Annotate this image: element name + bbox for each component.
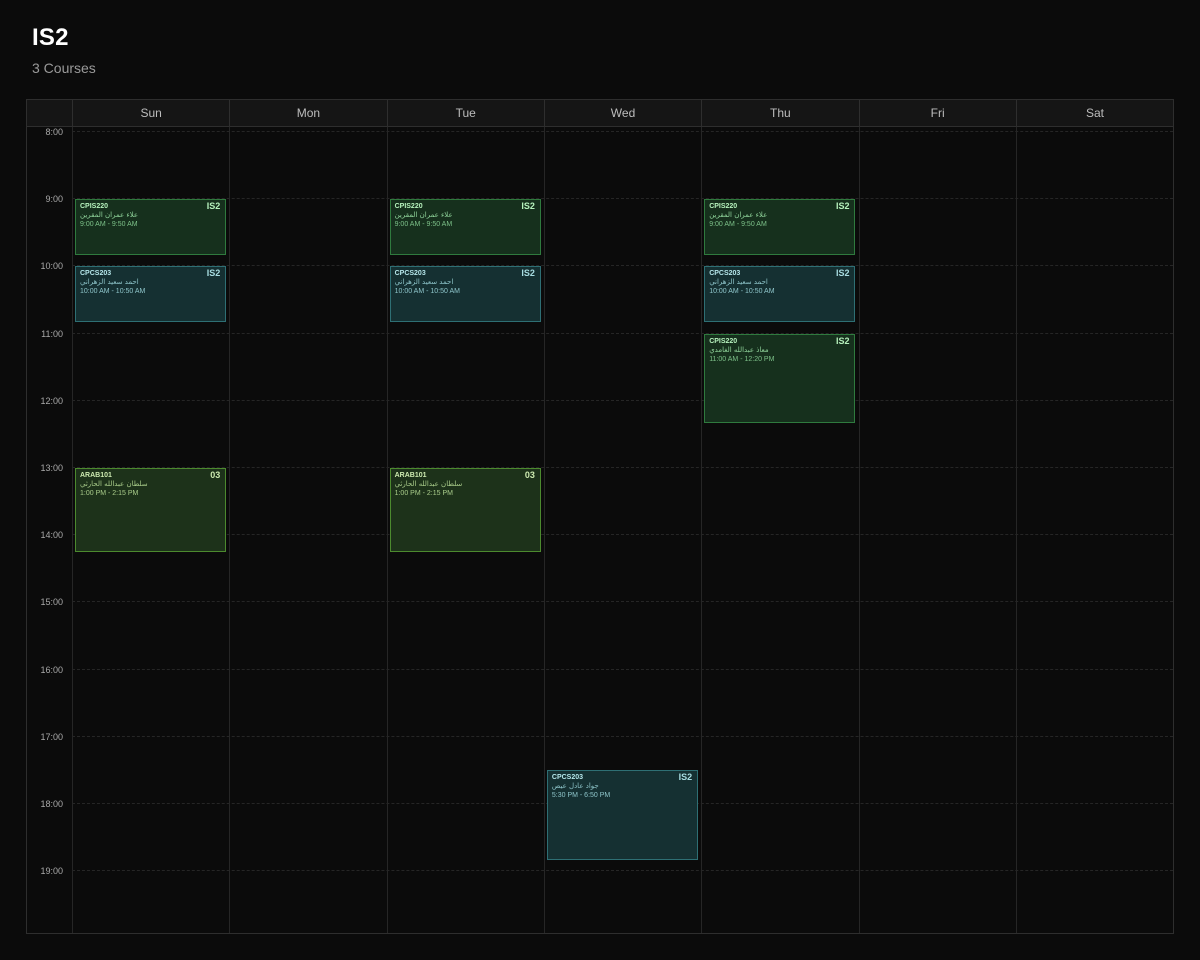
course-code: CPIS220 — [709, 337, 738, 345]
event-time: 9:00 AM - 9:50 AM — [709, 221, 767, 229]
section-badge: 03 — [210, 470, 221, 480]
hour-gridline — [72, 870, 1173, 872]
hour-label: 14:00 — [40, 530, 63, 541]
day-header-wed: Wed — [543, 100, 701, 126]
event-time: 10:00 AM - 10:50 AM — [394, 288, 460, 296]
page-subtitle: 3 Courses — [32, 60, 96, 76]
hour-label: 12:00 — [40, 395, 63, 406]
section-badge: IS2 — [206, 201, 221, 212]
instructor-name: سلطان عبدالله الحارثي — [394, 480, 463, 488]
event-time: 9:00 AM - 9:50 AM — [394, 221, 453, 229]
hour-label: 18:00 — [40, 799, 63, 809]
event-time: 10:00 AM - 10:50 AM — [709, 288, 775, 296]
hour-label: 19:00 — [40, 866, 63, 877]
instructor-name: علاء عمران المقرين — [80, 211, 139, 220]
hour-label: 16:00 — [40, 664, 63, 675]
section-badge: IS2 — [521, 268, 535, 279]
hour-gridline — [72, 131, 1173, 132]
hour-label: 11:00 — [41, 328, 63, 339]
instructor-name: سلطان عبدالله الحارثي — [80, 480, 148, 488]
event-time: 9:00 AM - 9:50 AM — [80, 221, 138, 229]
hour-gridline — [72, 668, 1173, 670]
instructor-name: جواد عادل عيص — [551, 782, 599, 791]
course-event-card[interactable]: CPCS203 IS2 جواد عادل عيص 5:30 PM - 6:50 PM — [546, 770, 699, 860]
event-time: 1:00 PM - 2:15 PM — [394, 490, 453, 497]
hour-gridline — [72, 467, 1173, 468]
event-time: 5:30 PM - 6:50 PM — [551, 792, 611, 800]
section-badge: IS2 — [678, 772, 693, 783]
hour-gridline — [72, 601, 1173, 603]
day-column-sat — [1015, 127, 1173, 933]
instructor-name: احمد سعيد الزهراني — [80, 278, 139, 287]
course-code: CPCS203 — [80, 270, 112, 278]
instructor-name: معاذ عبدالله الغامدي — [709, 345, 769, 354]
section-badge: IS2 — [206, 268, 221, 279]
day-column-fri — [858, 127, 1016, 933]
hour-gridline — [72, 265, 1173, 267]
instructor-name: علاء عمران المقرين — [709, 211, 768, 220]
day-header-sat: Sat — [1015, 100, 1173, 126]
hour-gridline — [72, 399, 1173, 401]
hour-gridline — [72, 332, 1173, 334]
hour-label: 9:00 — [45, 194, 63, 205]
section-badge: 03 — [524, 470, 535, 480]
day-header-fri: Fri — [858, 100, 1016, 126]
hour-label: 15:00 — [40, 597, 63, 608]
course-event-card[interactable]: CPCS203 IS2 احمد سعيد الزهراني 10:00 AM - 1… — [389, 266, 541, 323]
course-event-card[interactable]: CPCS203 IS2 احمد سعيد الزهراني 10:00 AM - 1… — [75, 266, 227, 323]
course-code: CPCS203 — [394, 270, 426, 278]
course-code: CPIS220 — [709, 203, 738, 211]
section-badge: IS2 — [835, 201, 850, 212]
course-event-card[interactable]: CPIS220 IS2 علاء عمران المقرين 9:00 AM - 9:… — [389, 199, 541, 256]
day-header-thu: Thu — [701, 100, 858, 126]
day-header-mon: Mon — [229, 100, 386, 126]
hour-label: 10:00 — [40, 261, 63, 272]
course-event-card[interactable]: CPIS220 IS2 معاذ عبدالله الغامدي 11:00 AM -… — [704, 333, 856, 424]
instructor-name: احمد سعيد الزهراني — [394, 278, 454, 287]
course-code: CPIS220 — [394, 203, 423, 211]
event-time: 10:00 AM - 10:50 AM — [80, 288, 146, 296]
hour-gridline — [72, 735, 1173, 737]
instructor-name: علاء عمران المقرين — [394, 211, 453, 220]
hour-label: 8:00 — [45, 127, 63, 137]
hour-label: 13:00 — [40, 463, 63, 473]
day-header-row: Sun Mon Tue Wed Thu Fri Sat — [27, 100, 1173, 127]
course-event-card[interactable]: ARAB101 03 سلطان عبدالله الحارثي 1:00 PM - … — [389, 468, 541, 552]
course-event-card[interactable]: CPIS220 IS2 علاء عمران المقرين 9:00 AM - 9:… — [704, 199, 856, 256]
course-code: ARAB101 — [394, 472, 427, 479]
instructor-name: احمد سعيد الزهراني — [709, 278, 768, 287]
section-badge: IS2 — [835, 268, 850, 279]
section-badge: IS2 — [521, 201, 535, 212]
day-column-mon — [229, 127, 386, 933]
course-code: CPCS203 — [551, 774, 584, 782]
hour-label: 17:00 — [40, 731, 63, 742]
week-calendar-grid: Sun Mon Tue Wed Thu Fri Sat 8:00 9:00 10:00 11:00… — [26, 99, 1174, 934]
page-title: IS2 — [32, 24, 69, 51]
course-event-card[interactable]: CPIS220 IS2 علاء عمران المقرين 9:00 AM - 9:… — [75, 199, 227, 256]
section-badge: IS2 — [835, 335, 850, 346]
course-code: ARAB101 — [80, 472, 112, 479]
course-event-card[interactable]: CPCS203 IS2 احمد سعيد الزهراني 10:00 AM - 1… — [704, 266, 856, 323]
event-time: 11:00 AM - 12:20 PM — [709, 355, 775, 363]
day-header-sun: Sun — [72, 100, 229, 126]
course-code: CPIS220 — [80, 203, 109, 211]
event-time: 1:00 PM - 2:15 PM — [80, 490, 139, 497]
course-event-card[interactable]: ARAB101 03 سلطان عبدالله الحارثي 1:00 PM - … — [75, 468, 227, 552]
hour-gridline — [72, 198, 1173, 200]
day-header-tue: Tue — [386, 100, 544, 126]
hour-gridline — [72, 534, 1173, 536]
course-code: CPCS203 — [709, 270, 741, 278]
